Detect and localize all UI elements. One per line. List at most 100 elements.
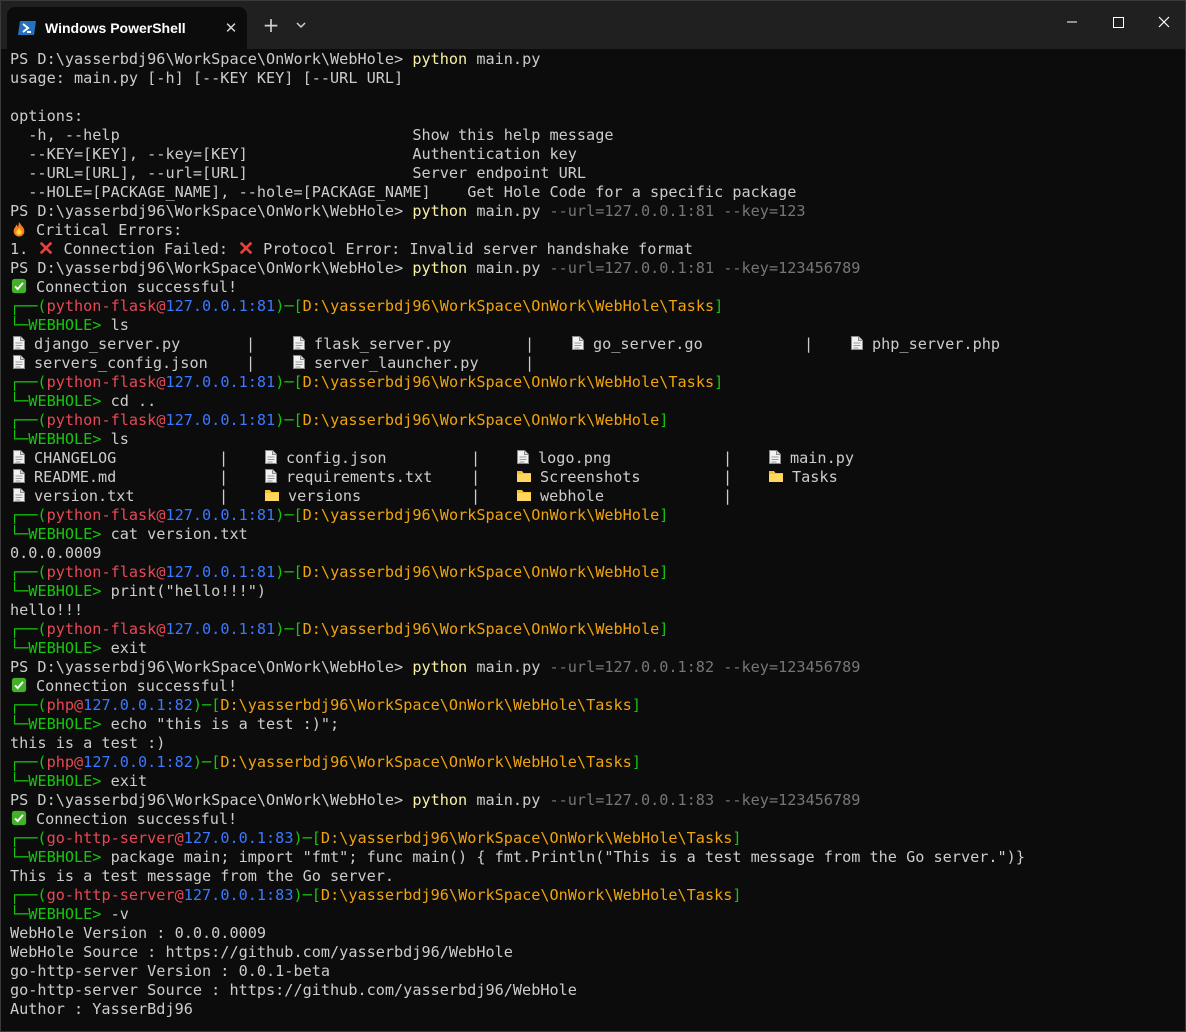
ls-entry: README.md <box>12 468 116 487</box>
box-frame: └─ <box>10 772 29 790</box>
column-separator: | <box>471 449 481 467</box>
box-frame: ┌──( <box>10 753 47 771</box>
ls-entry-name: CHANGELOG <box>34 449 117 467</box>
command-line: PS D:\yasserbdj96\WorkSpace\OnWork\WebHo… <box>10 791 1180 810</box>
at-sign: @ <box>74 696 84 714</box>
box-frame: )─[ <box>275 373 303 391</box>
box-frame: )─[ <box>275 411 303 429</box>
version-info-line: WebHole Version : 0.0.0.0009 <box>10 924 1180 943</box>
remote-path: D:\yasserbdj96\WorkSpace\OnWork\WebHole\… <box>220 753 632 771</box>
box-frame: )─[ <box>192 696 221 714</box>
server-host: 127.0.0.1:83 <box>183 829 294 847</box>
version-info-line: go-http-server Source : https://github.c… <box>10 981 577 999</box>
option-flag: -h, --help <box>10 126 413 144</box>
command-name: python <box>412 658 468 676</box>
box-frame: ┌──( <box>10 886 47 904</box>
options-header: options: <box>10 107 1180 126</box>
webhole-prompt: WEBHOLE> <box>28 772 111 790</box>
webhole-command: exit <box>110 772 148 790</box>
folder-icon <box>265 490 279 501</box>
version-info-line: WebHole Source : https://github.com/yass… <box>10 943 513 961</box>
webhole-command-line: └─WEBHOLE> cat version.txt <box>10 525 1180 544</box>
ls-entry: config.json <box>264 449 387 468</box>
command-script: main.py <box>467 658 541 676</box>
file-icon <box>851 336 863 350</box>
command-name: python <box>412 259 468 277</box>
ls-entry-name: php_server.php <box>872 335 1001 353</box>
webhole-prompt-header: ┌──(python-flask@127.0.0.1:81)─[D:\yasse… <box>10 297 1180 316</box>
ls-entry: webhole <box>516 487 604 506</box>
box-frame: )─[ <box>275 297 303 315</box>
command-line: PS D:\yasserbdj96\WorkSpace\OnWork\WebHo… <box>10 658 1180 677</box>
ls-entry: go_server.go <box>571 335 703 354</box>
version-info-line: WebHole Version : 0.0.0.0009 <box>10 924 267 942</box>
webhole-command: print("hello!!!") <box>110 582 267 600</box>
maximize-icon[interactable] <box>1095 1 1141 43</box>
webhole-command-line: └─WEBHOLE> package main; import "fmt"; f… <box>10 848 1180 867</box>
terminal-output[interactable]: PS D:\yasserbdj96\WorkSpace\OnWork\WebHo… <box>10 50 1180 1030</box>
option-flag: --HOLE=[PACKAGE_NAME], --hole=[PACKAGE_N… <box>10 183 468 201</box>
ls-entry: CHANGELOG <box>12 449 116 468</box>
box-frame: )─[ <box>275 563 303 581</box>
new-tab-button[interactable]: + <box>259 13 283 37</box>
ls-entry-name: main.py <box>790 449 855 467</box>
ls-entry-name: versions <box>288 487 362 505</box>
server-name: python-flask <box>46 411 157 429</box>
box-frame: ┌──( <box>10 829 47 847</box>
output-text: This is a test message from the Go serve… <box>10 867 395 885</box>
column-separator: | <box>723 449 733 467</box>
folder-icon <box>517 471 531 482</box>
chevron-down-icon[interactable] <box>291 15 311 35</box>
options-header: options: <box>10 107 84 125</box>
box-frame: └─ <box>10 848 29 866</box>
at-sign: @ <box>74 753 84 771</box>
usage-text: usage: main.py [-h] [--KEY KEY] [--URL U… <box>10 69 404 87</box>
webhole-command: exit <box>110 639 148 657</box>
file-icon <box>13 488 25 502</box>
minimize-icon[interactable] <box>1049 1 1095 43</box>
box-frame: ] <box>631 753 641 771</box>
file-icon <box>265 469 277 483</box>
webhole-prompt: WEBHOLE> <box>28 392 111 410</box>
check-mark-icon <box>11 278 27 294</box>
ls-entry-name: version.txt <box>34 487 135 505</box>
ps-prompt: PS D:\yasserbdj96\WorkSpace\OnWork\WebHo… <box>10 202 413 220</box>
webhole-prompt-header: ┌──(go-http-server@127.0.0.1:83)─[D:\yas… <box>10 886 1180 905</box>
box-frame: ┌──( <box>10 506 47 524</box>
box-frame: └─ <box>10 392 29 410</box>
ls-entry: Screenshots <box>516 468 641 487</box>
output-text: 0.0.0.0009 <box>10 544 102 562</box>
ls-entry: main.py <box>768 449 854 468</box>
remote-path: D:\yasserbdj96\WorkSpace\OnWork\WebHole <box>302 563 660 581</box>
ls-row: django_server.py flask_server.py go_server… <box>10 335 1180 354</box>
check-mark-icon <box>11 677 27 693</box>
cross-mark-icon <box>239 241 253 255</box>
ls-row: README.md requirements.txt Screenshots Task… <box>10 468 1180 487</box>
tab-windows-powershell[interactable]: Windows PowerShell ✕ <box>7 7 247 49</box>
webhole-command: echo "this is a test :)"; <box>110 715 340 733</box>
file-icon <box>769 450 781 464</box>
webhole-command-line: └─WEBHOLE> echo "this is a test :)"; <box>10 715 1180 734</box>
remote-path: D:\yasserbdj96\WorkSpace\OnWork\WebHole\… <box>302 297 715 315</box>
option-description: Show this help message <box>412 126 614 144</box>
webhole-prompt: WEBHOLE> <box>28 582 111 600</box>
cross-mark-icon <box>40 241 53 255</box>
box-frame: ┌──( <box>10 563 47 581</box>
webhole-prompt-header: ┌──(go-http-server@127.0.0.1:83)─[D:\yas… <box>10 829 1180 848</box>
server-name: php <box>46 696 75 714</box>
box-frame: ] <box>659 563 669 581</box>
command-script: main.py <box>467 791 541 809</box>
error-text: Protocol Error: Invalid server handshake… <box>263 240 693 258</box>
command-script: main.py <box>467 50 541 68</box>
file-icon <box>572 336 584 350</box>
ls-row: version.txt versions webhole | | | <box>10 487 1180 506</box>
ls-entry-name: Tasks <box>792 468 838 486</box>
file-icon <box>13 336 25 350</box>
close-tab-icon[interactable]: ✕ <box>221 18 241 38</box>
version-info-line: WebHole Source : https://github.com/yass… <box>10 943 1180 962</box>
remote-path: D:\yasserbdj96\WorkSpace\OnWork\WebHole\… <box>320 829 733 847</box>
remote-path: D:\yasserbdj96\WorkSpace\OnWork\WebHole <box>302 620 660 638</box>
close-window-icon[interactable] <box>1141 1 1186 43</box>
option-line: --URL=[URL], --url=[URL] Server endpoint… <box>10 164 1180 183</box>
ps-prompt: PS D:\yasserbdj96\WorkSpace\OnWork\WebHo… <box>10 791 413 809</box>
